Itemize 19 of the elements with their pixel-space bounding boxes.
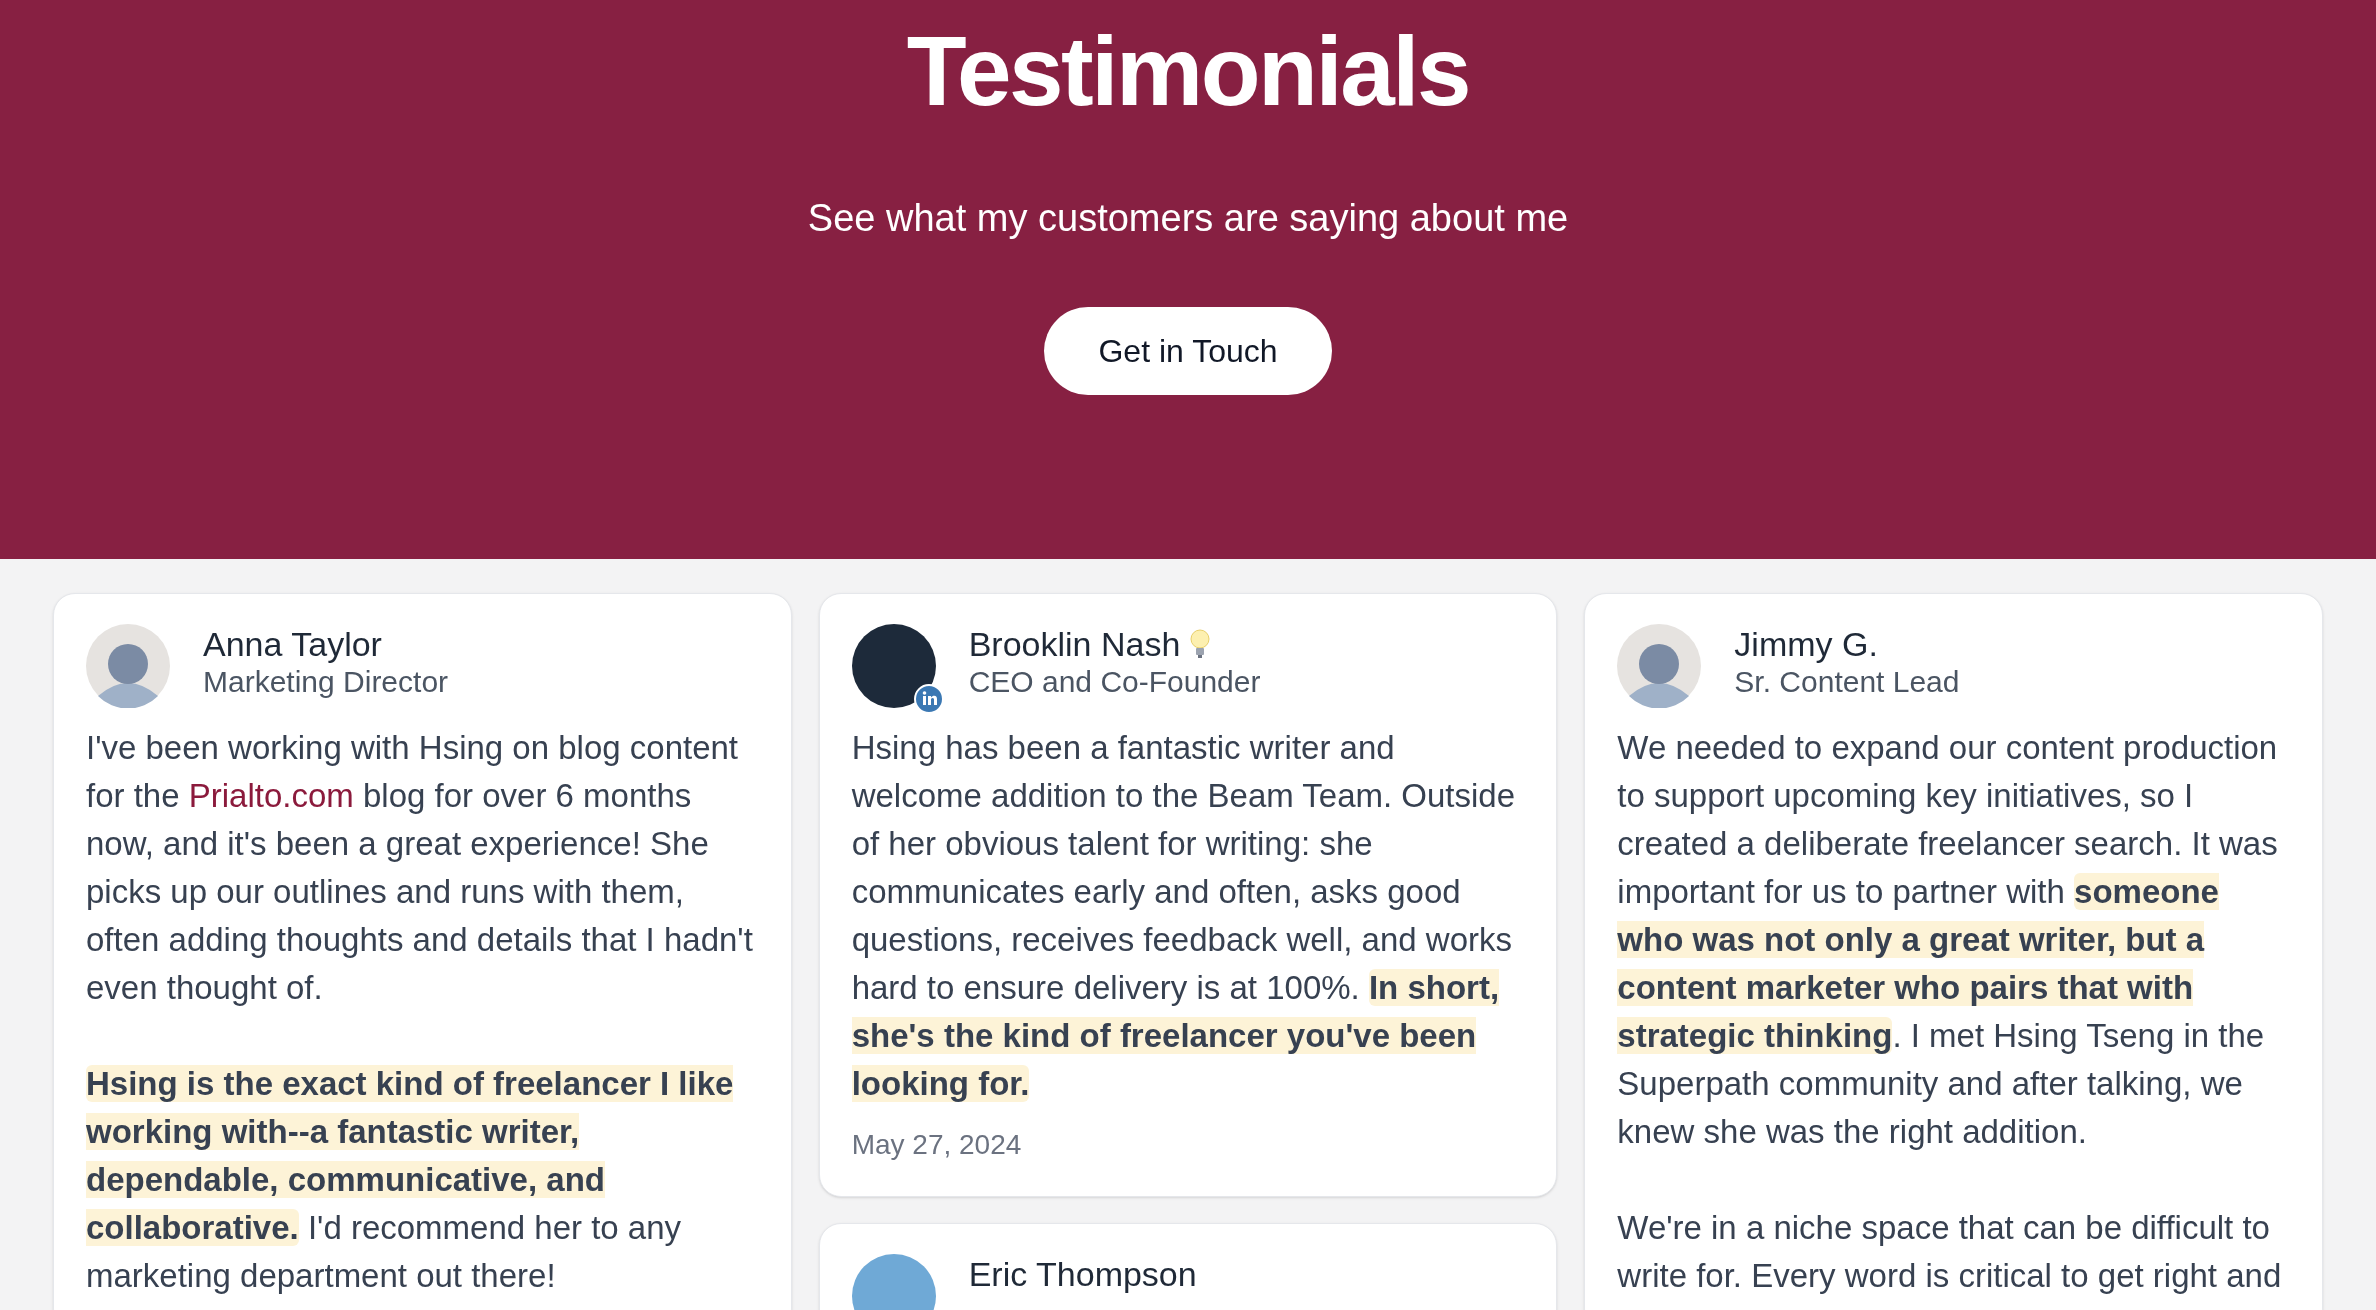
avatar-silhouette-icon: [86, 624, 170, 708]
reviewer-name: Anna Taylor: [203, 624, 382, 664]
website-link[interactable]: Prialto.com: [188, 777, 354, 814]
testimonial-text: We needed to expand our content production to support upcoming key initiatives, so I created a deliberate freelancer search. It was important for us to partner with someone who was not only a great writer, but a content marketer who pairs that with strategic thinking. I met Hsing Tseng in the Superpath community and after talking, we knew she was the right addition.: [1617, 728, 2279, 1152]
testimonial-text: I've been working with Hsing on blog content for the Prialto.com blog for over 6 months now, and it's been a great experience! She picks up our outlines and runs with them, often adding thoughts and details that I hadn't even thought of.: [86, 728, 754, 1008]
reviewer-role: CEO and Co-Founder: [968, 664, 1261, 700]
get-in-touch-button[interactable]: Get in Touch: [1044, 307, 1332, 395]
testimonial-text: We're in a niche space that can be difficult to write for. Every word is critical to get right and: [1617, 1208, 2283, 1296]
reviewer-name: Eric Thompson: [968, 1254, 1197, 1294]
page-title: Testimonials: [906, 22, 1470, 120]
review-date: May 27, 2024: [851, 1128, 1022, 1162]
page-subtitle: See what my customers are saying about me: [807, 196, 1569, 241]
testimonial-text: Hsing has been a fantastic writer and welcome addition to the Beam Team. Outside of her obvious talent for writing: she communicates early and often, asks good questions, receives feedback well, and works hard to ensure delivery is at 100%. In short, she's the kind of freelancer you've been looking for.: [851, 728, 1517, 1104]
testimonial-text: Hsing is the exact kind of freelancer I like working with--a fantastic writer, dependable, communicative, and collaborative. I'd recommend her to any marketing department out there!: [86, 1064, 735, 1296]
reviewer-name: Brooklin Nash: [968, 624, 1181, 664]
reviewer-name: Jimmy G.: [1734, 624, 1878, 664]
avatar-silhouette-icon: [1617, 624, 1702, 708]
reviewer-role: Marketing Director: [203, 664, 449, 700]
reviewer-role: Sr. Content Lead: [1734, 664, 1960, 700]
